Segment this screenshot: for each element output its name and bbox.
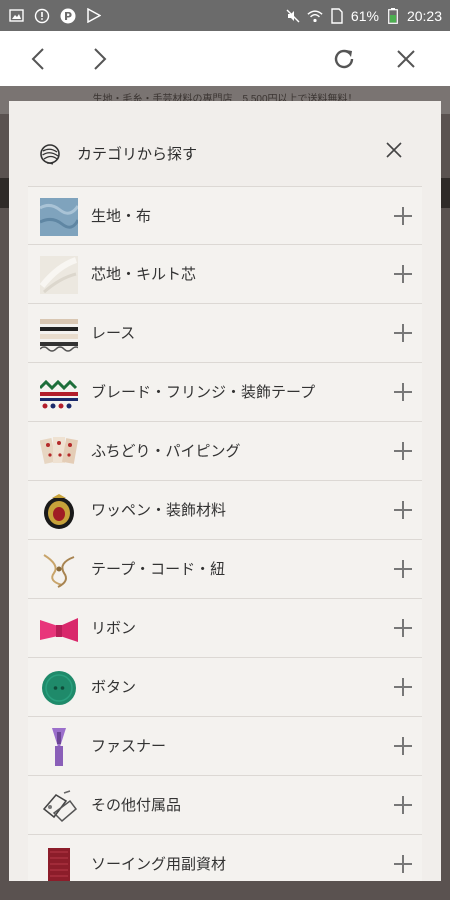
status-time: 20:23 bbox=[406, 7, 442, 24]
expand-plus-icon[interactable] bbox=[392, 617, 414, 639]
back-button[interactable] bbox=[22, 43, 54, 75]
category-item-lace[interactable]: レース bbox=[28, 304, 422, 363]
expand-plus-icon[interactable] bbox=[392, 205, 414, 227]
category-label: ふちどり・パイピング bbox=[91, 442, 241, 460]
patch-thumb-icon bbox=[40, 492, 78, 530]
category-item-button[interactable]: ボタン bbox=[28, 658, 422, 717]
expand-plus-icon[interactable] bbox=[392, 735, 414, 757]
cord-thumb-icon bbox=[40, 551, 78, 589]
category-label: ワッペン・装飾材料 bbox=[91, 501, 227, 519]
mute-icon bbox=[285, 8, 301, 24]
fabric-thumb-icon bbox=[40, 198, 78, 236]
category-item-interfacing[interactable]: 芯地・キルト芯 bbox=[28, 245, 422, 304]
wifi-icon bbox=[307, 8, 323, 24]
sewing-supplies-thumb-icon bbox=[40, 846, 78, 881]
battery-percent: 61% bbox=[350, 7, 379, 24]
category-label: レース bbox=[91, 324, 136, 342]
category-item-sewing-supplies[interactable]: ソーイング用副資材 bbox=[28, 835, 422, 881]
category-item-zipper[interactable]: ファスナー bbox=[28, 717, 422, 776]
accessories-thumb-icon bbox=[40, 787, 78, 825]
close-tab-button[interactable] bbox=[390, 43, 422, 75]
category-item-accessories[interactable]: その他付属品 bbox=[28, 776, 422, 835]
ribbon-thumb-icon bbox=[40, 610, 78, 648]
close-icon bbox=[397, 50, 415, 68]
chevron-right-icon bbox=[94, 48, 107, 70]
expand-plus-icon[interactable] bbox=[392, 381, 414, 403]
button-thumb-icon bbox=[40, 669, 78, 707]
expand-plus-icon[interactable] bbox=[392, 263, 414, 285]
expand-plus-icon[interactable] bbox=[392, 794, 414, 816]
yarn-ball-icon bbox=[40, 144, 60, 165]
info-icon bbox=[34, 8, 50, 24]
category-label: ボタン bbox=[91, 678, 137, 696]
lace-thumb-icon bbox=[40, 315, 78, 353]
close-icon bbox=[386, 142, 402, 158]
reload-button[interactable] bbox=[328, 43, 360, 75]
svg-text:P: P bbox=[64, 10, 72, 23]
status-bar: P 61% 20:23 bbox=[0, 0, 450, 31]
expand-plus-icon[interactable] bbox=[392, 853, 414, 875]
p-app-icon: P bbox=[60, 8, 76, 24]
modal-header: カテゴリから探す bbox=[9, 101, 441, 186]
category-label: テープ・コード・紐 bbox=[91, 560, 226, 578]
chevron-left-icon bbox=[31, 48, 44, 70]
category-label: ソーイング用副資材 bbox=[91, 855, 227, 873]
category-label: ブレード・フリンジ・装飾テープ bbox=[91, 383, 316, 401]
expand-plus-icon[interactable] bbox=[392, 676, 414, 698]
interfacing-thumb-icon bbox=[40, 256, 78, 294]
category-label: リボン bbox=[91, 619, 137, 637]
modal-title: カテゴリから探す bbox=[77, 145, 198, 163]
category-item-fabric[interactable]: 生地・布 bbox=[28, 186, 422, 245]
category-label: その他付属品 bbox=[91, 796, 182, 814]
modal-close-button[interactable] bbox=[381, 137, 407, 163]
expand-plus-icon[interactable] bbox=[392, 499, 414, 521]
category-list: 生地・布 芯地・キルト芯 レース ブレード・フリンジ・装飾テープ ふちどり・パイ… bbox=[28, 186, 422, 881]
image-icon bbox=[8, 8, 24, 24]
category-item-patch[interactable]: ワッペン・装飾材料 bbox=[28, 481, 422, 540]
browser-toolbar bbox=[0, 31, 450, 86]
category-item-ribbon[interactable]: リボン bbox=[28, 599, 422, 658]
expand-plus-icon[interactable] bbox=[392, 322, 414, 344]
category-label: 芯地・キルト芯 bbox=[91, 265, 197, 283]
reload-icon bbox=[334, 49, 354, 69]
play-store-icon bbox=[86, 8, 102, 24]
battery-icon bbox=[385, 7, 401, 24]
zipper-thumb-icon bbox=[40, 728, 78, 766]
category-item-braid[interactable]: ブレード・フリンジ・装飾テープ bbox=[28, 363, 422, 422]
piping-thumb-icon bbox=[40, 433, 78, 471]
expand-plus-icon[interactable] bbox=[392, 558, 414, 580]
expand-plus-icon[interactable] bbox=[392, 440, 414, 462]
category-item-cord[interactable]: テープ・コード・紐 bbox=[28, 540, 422, 599]
category-label: ファスナー bbox=[91, 737, 167, 755]
category-modal: カテゴリから探す 生地・布 芯地・キルト芯 レース ブレード・フリンジ・装飾テー… bbox=[9, 101, 441, 881]
braid-thumb-icon bbox=[40, 374, 78, 412]
sim-icon bbox=[329, 7, 345, 24]
category-item-piping[interactable]: ふちどり・パイピング bbox=[28, 422, 422, 481]
forward-button[interactable] bbox=[84, 43, 116, 75]
category-label: 生地・布 bbox=[91, 207, 152, 225]
